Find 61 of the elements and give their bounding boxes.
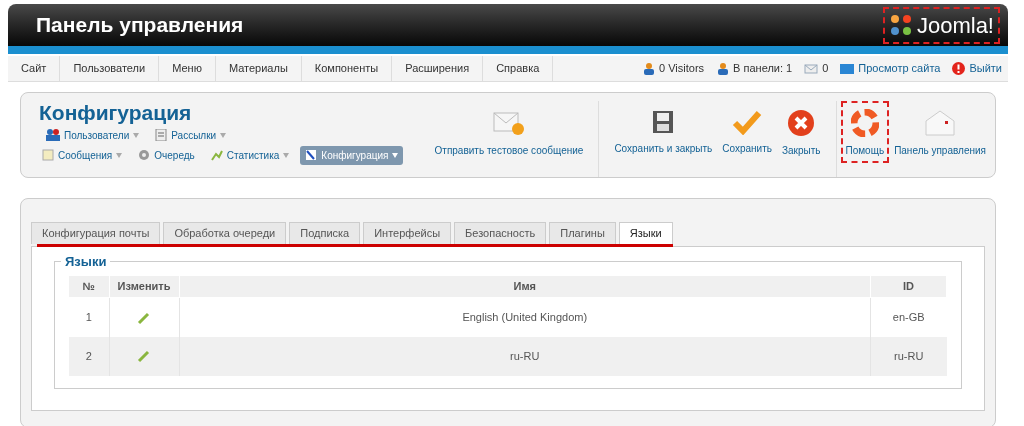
logo-icon [888, 13, 913, 37]
checkmark-icon [732, 109, 763, 135]
toolbar-button[interactable]: Панель управления [889, 101, 991, 163]
column-header: Изменить [109, 275, 179, 298]
note-icon [42, 149, 54, 161]
toolbar-button[interactable]: Помощь [840, 101, 890, 163]
tab[interactable]: Подписка [289, 221, 361, 244]
submenu-item[interactable]: Сообщения [37, 145, 128, 165]
pencil-icon[interactable] [137, 310, 151, 325]
submenu-item[interactable]: Пользователи [41, 125, 145, 145]
tab[interactable]: Обработка очереди [163, 221, 287, 244]
submenu-item[interactable]: Статистика [205, 145, 295, 165]
menu-item[interactable]: Меню [159, 56, 216, 81]
list-icon [155, 129, 168, 141]
submenu-item[interactable]: Очередь [133, 145, 200, 165]
mail-icon [804, 63, 819, 74]
chart-icon [210, 149, 223, 161]
status-text: В панели: 1 [733, 61, 793, 77]
menu-item[interactable]: Сайт [8, 56, 61, 81]
toolbar-button[interactable]: Закрыть [777, 101, 826, 163]
submenu-item[interactable]: Рассылки [150, 125, 232, 145]
table-cell: 1 [69, 297, 109, 337]
close-icon [787, 109, 816, 137]
toolbar-button[interactable]: Сохранить и закрыть [609, 101, 718, 161]
pencil-icon[interactable] [137, 349, 151, 364]
status-text: 0 Visitors [659, 61, 705, 77]
exclamation-icon [952, 62, 966, 75]
menu-item[interactable]: Расширения [392, 56, 484, 81]
gear-icon [138, 149, 151, 161]
tab[interactable]: Безопасность [454, 221, 547, 244]
house-icon [923, 109, 958, 137]
tab[interactable]: Плагины [549, 221, 616, 244]
menu-item[interactable]: Материалы [215, 56, 302, 81]
status-link[interactable]: Выйти [969, 60, 1002, 77]
column-header: Имя [179, 275, 871, 298]
tab[interactable]: Интерфейсы [363, 221, 452, 244]
tab[interactable]: Конфигурация почты [31, 221, 161, 244]
table-cell: ru-RU [179, 336, 871, 376]
table-cell: en-GB [870, 297, 947, 337]
table-cell: English (United Kingdom) [179, 297, 871, 337]
column-header: ID [870, 275, 947, 298]
monitor-icon [840, 63, 855, 74]
table-cell: ru-RU [870, 336, 947, 376]
menu-item[interactable]: Компоненты [301, 56, 393, 81]
lifebuoy-icon [850, 109, 879, 137]
menu-item[interactable]: Пользователи [60, 56, 160, 81]
envelope-icon [491, 109, 526, 137]
status-text: 0 [822, 61, 829, 77]
users-icon [642, 62, 656, 75]
users-icon [46, 129, 60, 141]
menu-item[interactable]: Справка [483, 56, 554, 81]
tab[interactable]: Языки [618, 221, 673, 244]
column-header: № [69, 275, 109, 298]
component-title: Конфигурация [39, 101, 193, 125]
logo-text: Joomla! [916, 11, 994, 40]
toolbar-button[interactable]: Сохранить [717, 101, 777, 161]
table-cell: 2 [69, 336, 109, 376]
status-link[interactable]: Просмотр сайта [858, 60, 941, 77]
page-title: Панель управления [36, 12, 244, 39]
toolbar-button[interactable]: Отправить тестовое сообщение [429, 101, 589, 163]
users-icon [716, 62, 730, 75]
